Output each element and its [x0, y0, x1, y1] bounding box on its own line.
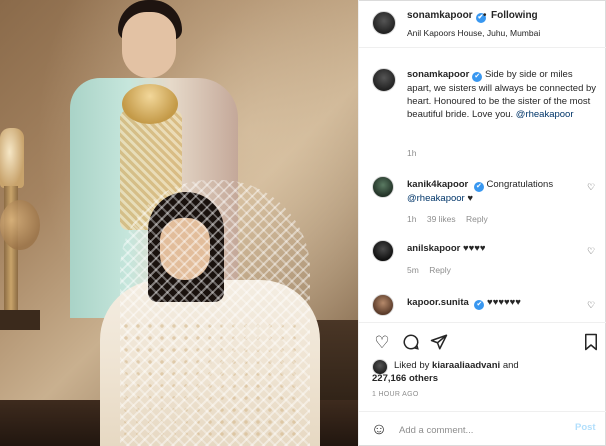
photo-seated-bride: [100, 170, 320, 446]
comment-time: 1h: [407, 214, 417, 224]
photo-table: [0, 310, 40, 330]
heart-icon[interactable]: ♡: [372, 333, 392, 353]
comment-text: kapoor.sunita ✔ ♥♥♥♥♥♥: [407, 296, 587, 310]
post-side-panel: sonamkapoor ✔ • Following Anil Kapoors Ho…: [358, 0, 606, 446]
verified-badge-icon: ✔: [473, 182, 484, 192]
likes-count[interactable]: 227,166 others: [372, 373, 438, 384]
author-username[interactable]: sonamkapoor ✔: [407, 10, 486, 23]
comment-like-heart-icon[interactable]: ♡: [587, 246, 595, 257]
author-username-text[interactable]: sonamkapoor: [407, 10, 473, 21]
comment-likes[interactable]: 39 likes: [427, 214, 456, 224]
comment-avatar[interactable]: [372, 240, 394, 262]
verified-badge-icon: ✔: [474, 300, 485, 310]
comment-input[interactable]: [399, 421, 559, 439]
photo-lamp: [0, 128, 24, 188]
reply-button[interactable]: Reply: [429, 265, 451, 275]
liked-by-and: and: [502, 360, 519, 371]
caption-avatar[interactable]: [372, 68, 396, 92]
emoji-icon[interactable]: ☺: [369, 420, 389, 440]
comment-text: kanik4kapoor ✔ Congratulations @rheakapo…: [407, 178, 587, 205]
liked-by-prefix: Liked by: [394, 360, 430, 371]
caption-username[interactable]: sonamkapoor: [407, 69, 469, 80]
add-comment-bar: ☺ Post: [359, 411, 606, 446]
caption-mention[interactable]: @rheakapoor: [516, 109, 574, 120]
comment-username[interactable]: kanik4kapoor: [407, 179, 468, 190]
separator-dot: •: [483, 10, 487, 21]
comment-body: Congratulations: [486, 179, 554, 190]
caption-time: 1h: [407, 148, 417, 158]
posted-time[interactable]: 1 HOUR AGO: [372, 391, 419, 398]
comment-time: 5m: [407, 265, 419, 275]
photo-flowers: [0, 200, 40, 250]
share-icon[interactable]: [429, 333, 449, 353]
comment-avatar[interactable]: [372, 294, 394, 316]
post-header: sonamkapoor ✔ • Following Anil Kapoors Ho…: [359, 0, 606, 48]
caption-text: sonamkapoor ✔ Side by side or miles apart…: [407, 68, 597, 121]
comment-body: ♥♥♥♥: [462, 243, 486, 254]
post-actions: ♡ Liked by kiaraaliaadvani and 227,166 o…: [359, 322, 606, 446]
comment-body: ♥♥♥♥♥♥: [487, 297, 521, 308]
comment-icon[interactable]: [401, 333, 421, 353]
comment-avatar[interactable]: [372, 176, 394, 198]
liked-by-user[interactable]: kiaraaliaadvani: [432, 360, 500, 371]
liked-by-line: Liked by kiaraaliaadvani and: [394, 360, 519, 371]
comment-meta: 1h 39 likes Reply: [407, 214, 496, 224]
post-location[interactable]: Anil Kapoors House, Juhu, Mumbai: [407, 28, 540, 38]
comment-like-heart-icon[interactable]: ♡: [587, 300, 595, 311]
comment-username[interactable]: kapoor.sunita: [407, 297, 469, 308]
comment-meta: 5m Reply: [407, 265, 459, 275]
comment-mention[interactable]: @rheakapoor: [407, 193, 465, 204]
author-avatar[interactable]: [372, 11, 396, 35]
comment-heart: ♥: [467, 193, 473, 204]
comment-text: anilskapoor ♥♥♥♥: [407, 242, 587, 255]
verified-badge-icon: ✔: [472, 72, 483, 82]
following-button[interactable]: Following: [491, 10, 538, 21]
post-button[interactable]: Post: [575, 422, 596, 433]
comment-username[interactable]: anilskapoor: [407, 243, 460, 254]
bookmark-icon[interactable]: [581, 333, 601, 353]
reply-button[interactable]: Reply: [466, 214, 488, 224]
comment-like-heart-icon[interactable]: ♡: [587, 182, 595, 193]
post-photo[interactable]: [0, 0, 358, 446]
